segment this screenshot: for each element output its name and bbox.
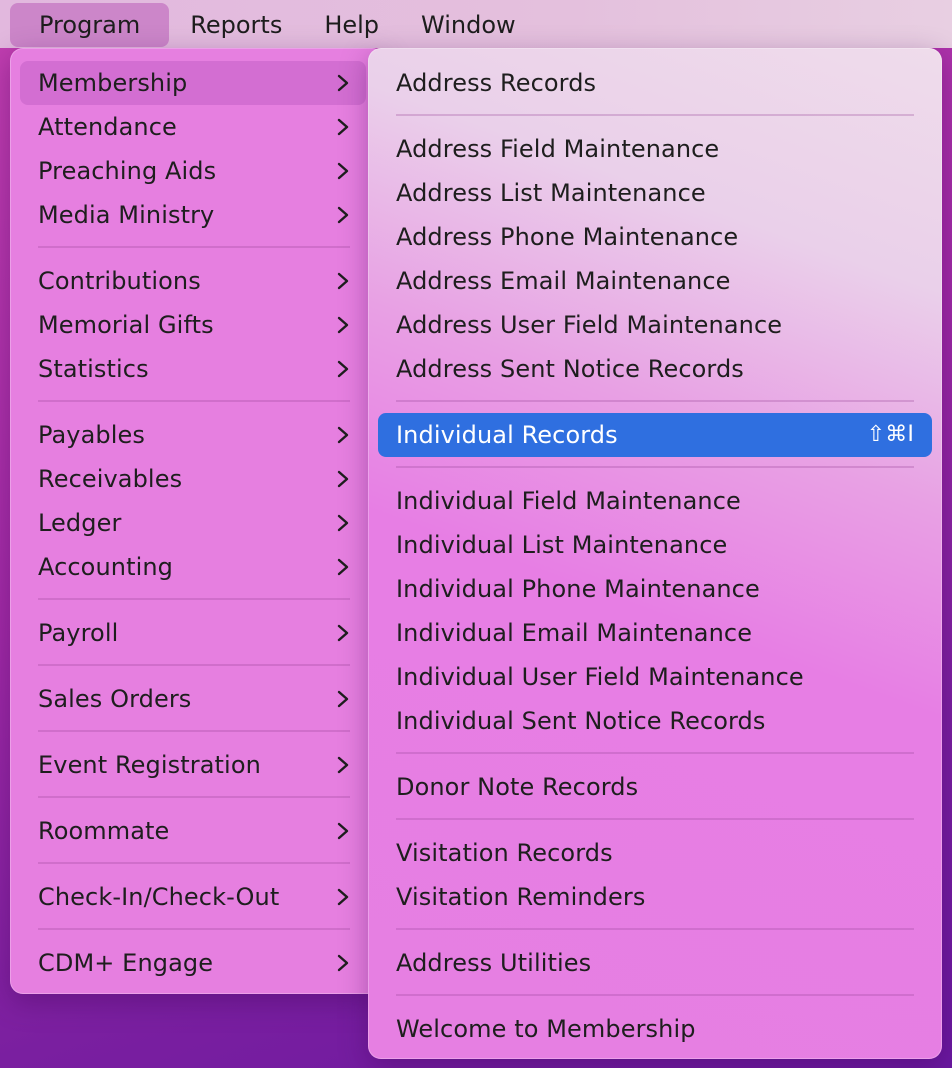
menu-item-label: Sales Orders	[38, 685, 192, 713]
menu-separator	[396, 994, 914, 996]
menu-separator	[396, 400, 914, 402]
menu-item-label: Media Ministry	[38, 201, 215, 229]
chevron-right-icon	[336, 149, 350, 193]
menu-item-check-in-check-out[interactable]: Check-In/Check-Out	[20, 875, 366, 919]
menu-item-address-list-maintenance[interactable]: Address List Maintenance	[378, 171, 932, 215]
menu-item-event-registration[interactable]: Event Registration	[20, 743, 366, 787]
menu-separator	[38, 730, 350, 732]
chevron-right-icon	[336, 743, 350, 787]
chevron-right-icon	[336, 457, 350, 501]
menu-item-label: Receivables	[38, 465, 183, 493]
menu-separator	[38, 400, 350, 402]
menu-separator	[38, 598, 350, 600]
menu-item-individual-list-maintenance[interactable]: Individual List Maintenance	[378, 523, 932, 567]
menu-item-welcome-to-membership[interactable]: Welcome to Membership	[378, 1007, 932, 1051]
menu-item-cdm-engage[interactable]: CDM+ Engage	[20, 941, 366, 985]
menu-item-label: Check-In/Check-Out	[38, 883, 280, 911]
chevron-right-icon	[336, 875, 350, 919]
menu-item-label: Memorial Gifts	[38, 311, 214, 339]
menu-item-individual-user-field-maintenance[interactable]: Individual User Field Maintenance	[378, 655, 932, 699]
menu-item-label: Accounting	[38, 553, 174, 581]
menu-item-donor-note-records[interactable]: Donor Note Records	[378, 765, 932, 809]
menu-separator	[38, 664, 350, 666]
menu-item-individual-phone-maintenance[interactable]: Individual Phone Maintenance	[378, 567, 932, 611]
keyboard-shortcut: ⇧⌘I	[866, 422, 914, 447]
menu-item-label: Statistics	[38, 355, 149, 383]
menu-item-individual-sent-notice-records[interactable]: Individual Sent Notice Records	[378, 699, 932, 743]
menu-item-roommate[interactable]: Roommate	[20, 809, 366, 853]
menu-item-memorial-gifts[interactable]: Memorial Gifts	[20, 303, 366, 347]
chevron-right-icon	[336, 303, 350, 347]
menu-bar: Program Reports Help Window	[0, 0, 952, 48]
menu-item-address-user-field-maintenance[interactable]: Address User Field Maintenance	[378, 303, 932, 347]
menubar-reports[interactable]: Reports	[169, 3, 303, 47]
menu-item-media-ministry[interactable]: Media Ministry	[20, 193, 366, 237]
menu-item-individual-email-maintenance[interactable]: Individual Email Maintenance	[378, 611, 932, 655]
chevron-right-icon	[336, 61, 350, 105]
menu-item-attendance[interactable]: Attendance	[20, 105, 366, 149]
menu-item-address-email-maintenance[interactable]: Address Email Maintenance	[378, 259, 932, 303]
chevron-right-icon	[336, 611, 350, 655]
menu-item-label: CDM+ Engage	[38, 949, 214, 977]
menu-item-membership[interactable]: Membership	[20, 61, 366, 105]
menu-item-visitation-reminders[interactable]: Visitation Reminders	[378, 875, 932, 919]
menu-item-payables[interactable]: Payables	[20, 413, 366, 457]
menu-separator	[396, 114, 914, 116]
chevron-right-icon	[336, 545, 350, 589]
menu-item-ledger[interactable]: Ledger	[20, 501, 366, 545]
menu-item-address-records[interactable]: Address Records	[378, 61, 932, 105]
menu-separator	[396, 818, 914, 820]
menu-separator	[38, 796, 350, 798]
chevron-right-icon	[336, 501, 350, 545]
menu-item-address-sent-notice-records[interactable]: Address Sent Notice Records	[378, 347, 932, 391]
menubar-help[interactable]: Help	[303, 3, 400, 47]
menubar-window[interactable]: Window	[400, 3, 537, 47]
menu-separator	[396, 466, 914, 468]
menu-separator	[38, 862, 350, 864]
chevron-right-icon	[336, 347, 350, 391]
menu-item-label: Preaching Aids	[38, 157, 217, 185]
menu-item-contributions[interactable]: Contributions	[20, 259, 366, 303]
menu-item-label: Individual Records	[396, 421, 618, 449]
menu-item-label: Membership	[38, 69, 188, 97]
chevron-right-icon	[336, 677, 350, 721]
menu-separator	[38, 928, 350, 930]
menu-item-address-field-maintenance[interactable]: Address Field Maintenance	[378, 127, 932, 171]
menu-item-accounting[interactable]: Accounting	[20, 545, 366, 589]
menu-item-address-utilities[interactable]: Address Utilities	[378, 941, 932, 985]
chevron-right-icon	[336, 809, 350, 853]
menu-separator	[38, 246, 350, 248]
menu-item-receivables[interactable]: Receivables	[20, 457, 366, 501]
menu-item-label: Payables	[38, 421, 145, 449]
menu-item-label: Event Registration	[38, 751, 261, 779]
menu-item-label: Contributions	[38, 267, 201, 295]
membership-submenu: Address Records Address Field Maintenanc…	[368, 48, 942, 1059]
menu-item-label: Payroll	[38, 619, 119, 647]
chevron-right-icon	[336, 941, 350, 985]
menu-item-payroll[interactable]: Payroll	[20, 611, 366, 655]
chevron-right-icon	[336, 259, 350, 303]
menubar-program[interactable]: Program	[10, 3, 170, 47]
chevron-right-icon	[336, 413, 350, 457]
chevron-right-icon	[336, 193, 350, 237]
menu-item-individual-records[interactable]: Individual Records ⇧⌘I	[378, 413, 932, 457]
menu-item-label: Roommate	[38, 817, 170, 845]
menu-item-preaching-aids[interactable]: Preaching Aids	[20, 149, 366, 193]
menu-item-address-phone-maintenance[interactable]: Address Phone Maintenance	[378, 215, 932, 259]
program-menu: Membership Attendance Preaching Aids Med…	[10, 48, 385, 994]
menu-item-label: Ledger	[38, 509, 122, 537]
menu-item-visitation-records[interactable]: Visitation Records	[378, 831, 932, 875]
menu-item-label: Attendance	[38, 113, 177, 141]
chevron-right-icon	[336, 105, 350, 149]
menu-item-individual-field-maintenance[interactable]: Individual Field Maintenance	[378, 479, 932, 523]
menu-item-sales-orders[interactable]: Sales Orders	[20, 677, 366, 721]
menu-item-statistics[interactable]: Statistics	[20, 347, 366, 391]
menu-separator	[396, 928, 914, 930]
menu-separator	[396, 752, 914, 754]
